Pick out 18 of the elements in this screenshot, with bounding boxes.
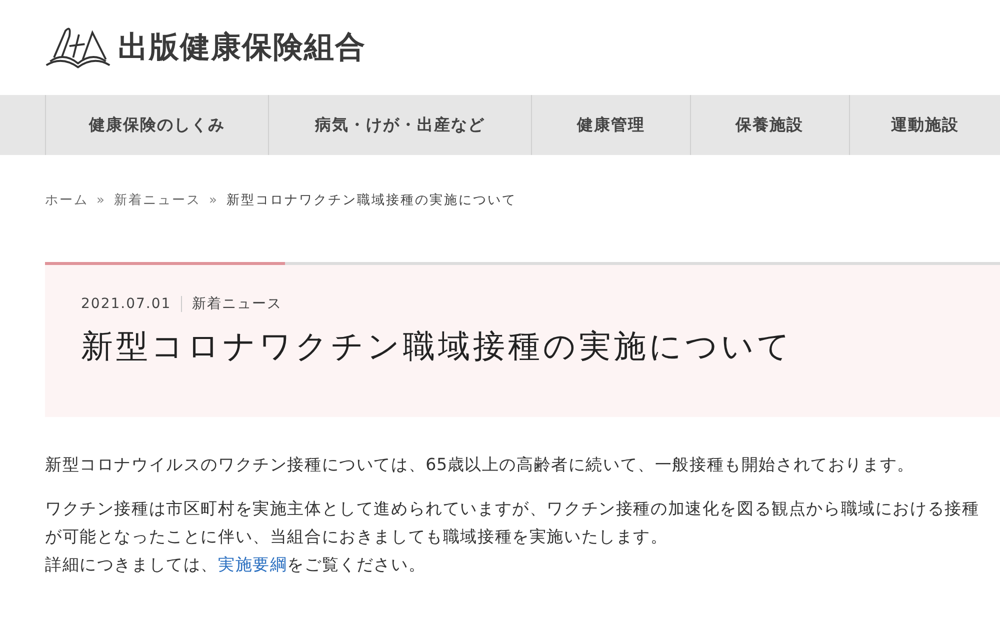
nav-item[interactable]: 病気・けが・出産など <box>268 95 532 155</box>
nav-item[interactable]: 健康管理 <box>531 95 690 155</box>
paragraph: 新型コロナウイルスのワクチン接種については、65歳以上の高齢者に続いて、一般接種も開始されております。 <box>45 454 916 476</box>
site-title[interactable]: 出版健康保険組合 <box>118 26 366 68</box>
article-title: 新型コロナワクチン職域接種の実施について <box>81 326 794 367</box>
nav-item[interactable]: 保養施設 <box>690 95 849 155</box>
paragraph: 詳細につきましては、実施要綱 をご覧ください。 <box>45 554 427 576</box>
breadcrumb-link[interactable]: ホーム <box>45 193 88 209</box>
breadcrumb-separator: » <box>96 193 106 209</box>
post-category[interactable]: 新着ニュース <box>192 295 282 313</box>
nav-item[interactable]: 健康保険のしくみ <box>45 95 268 155</box>
nav-item[interactable]: 運動施設 <box>848 95 1000 155</box>
link[interactable]: 実施要綱 <box>218 555 288 574</box>
paragraph: ワクチン接種は市区町村を実施主体として進められていますが、ワクチン接種の加速化を図る観点から職域における接種が可能となったことに伴い、当組合におきましても職域接種を実施いたします。 <box>45 498 980 548</box>
breadcrumb-link[interactable]: 新着ニュース <box>114 193 201 209</box>
breadcrumb-current: 新型コロナワクチン職域接種の実施について <box>226 193 516 209</box>
breadcrumb-separator: » <box>208 193 218 209</box>
post-date: 2021.07.01 <box>81 296 172 312</box>
